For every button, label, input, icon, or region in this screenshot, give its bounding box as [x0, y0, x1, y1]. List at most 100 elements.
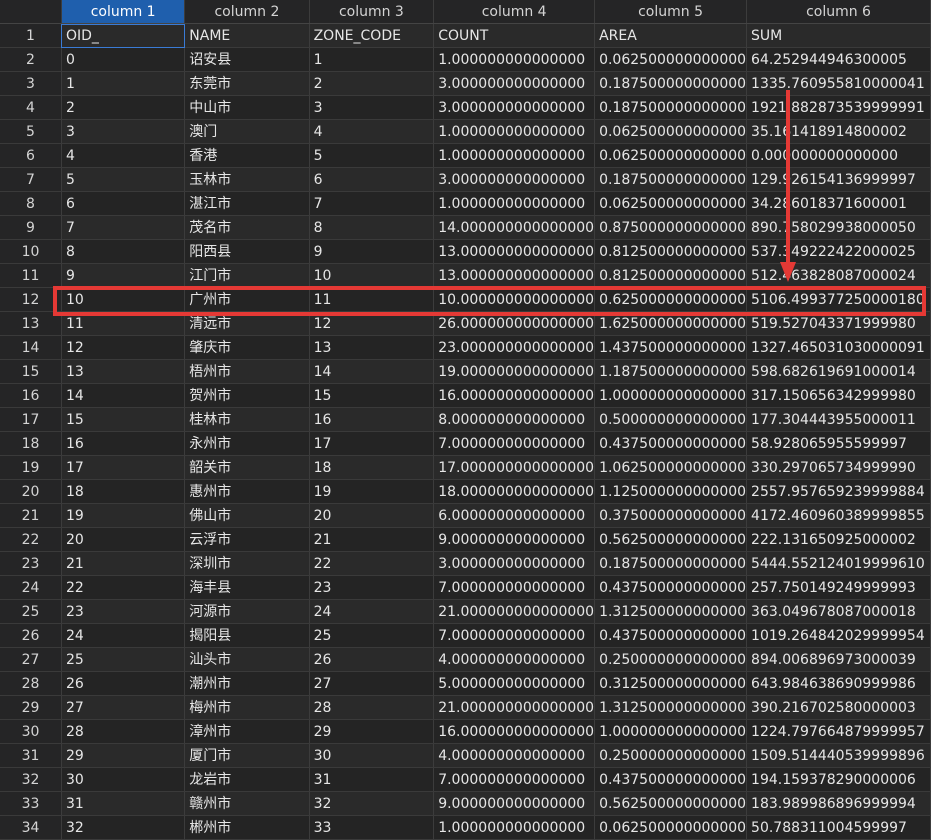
zone-code-cell[interactable]: 31: [309, 767, 435, 792]
count-cell[interactable]: 1.000000000000000: [433, 815, 596, 840]
table-row[interactable]: 29 27 梅州市 28 21.000000000000000 1.31250000000…: [0, 695, 931, 720]
area-cell[interactable]: 0.375000000000000: [594, 503, 748, 528]
row-number[interactable]: 6: [0, 143, 62, 168]
name-cell[interactable]: 河源市: [184, 599, 310, 624]
sum-cell[interactable]: 598.682619691000014: [746, 359, 931, 384]
table-row[interactable]: 33 31 赣州市 32 9.000000000000000 0.562500000000…: [0, 791, 931, 816]
name-cell[interactable]: 东莞市: [184, 71, 310, 96]
table-row[interactable]: 24 22 海丰县 23 7.000000000000000 0.437500000000…: [0, 575, 931, 600]
count-cell[interactable]: 9.000000000000000: [433, 791, 596, 816]
oid-cell[interactable]: 8: [61, 239, 186, 264]
table-row[interactable]: 18 16 永州市 17 7.000000000000000 0.437500000000…: [0, 431, 931, 456]
zone-code-cell[interactable]: 20: [309, 503, 435, 528]
oid-cell[interactable]: 1: [61, 71, 186, 96]
name-cell[interactable]: 赣州市: [184, 791, 310, 816]
zone-code-cell[interactable]: ZONE_CODE: [309, 23, 435, 48]
row-number[interactable]: 34: [0, 815, 62, 840]
oid-cell[interactable]: 14: [61, 383, 186, 408]
zone-code-cell[interactable]: 22: [309, 551, 435, 576]
count-cell[interactable]: 9.000000000000000: [433, 527, 596, 552]
table-row[interactable]: 21 19 佛山市 20 6.000000000000000 0.375000000000…: [0, 503, 931, 528]
table-row[interactable]: 13 11 清远市 12 26.000000000000000 1.62500000000…: [0, 311, 931, 336]
row-number[interactable]: 26: [0, 623, 62, 648]
sum-cell[interactable]: 1019.264842029999954: [746, 623, 931, 648]
name-cell[interactable]: 永州市: [184, 431, 310, 456]
table-row[interactable]: 15 13 梧州市 14 19.000000000000000 1.18750000000…: [0, 359, 931, 384]
sum-cell[interactable]: 183.989986896999994: [746, 791, 931, 816]
area-cell[interactable]: 0.437500000000000: [594, 623, 748, 648]
name-cell[interactable]: 湛江市: [184, 191, 310, 216]
table-row[interactable]: 6 4 香港 5 1.000000000000000 0.062500000000000 0…: [0, 143, 931, 168]
oid-cell[interactable]: 16: [61, 431, 186, 456]
table-row[interactable]: 5 3 澳门 4 1.000000000000000 0.062500000000000 3…: [0, 119, 931, 144]
table-row[interactable]: 23 21 深圳市 22 3.000000000000000 0.187500000000…: [0, 551, 931, 576]
oid-cell[interactable]: 5: [61, 167, 186, 192]
zone-code-cell[interactable]: 8: [309, 215, 435, 240]
zone-code-cell[interactable]: 12: [309, 311, 435, 336]
table-row[interactable]: 9 7 茂名市 8 14.000000000000000 0.87500000000000…: [0, 215, 931, 240]
area-cell[interactable]: 0.812500000000000: [594, 263, 748, 288]
name-cell[interactable]: 香港: [184, 143, 310, 168]
name-cell[interactable]: 梅州市: [184, 695, 310, 720]
name-cell[interactable]: 潮州市: [184, 671, 310, 696]
count-cell[interactable]: 18.000000000000000: [433, 479, 596, 504]
area-cell[interactable]: 0.250000000000000: [594, 647, 748, 672]
count-cell[interactable]: 19.000000000000000: [433, 359, 596, 384]
row-number[interactable]: 31: [0, 743, 62, 768]
row-number[interactable]: 33: [0, 791, 62, 816]
table-row[interactable]: 1 OID_ NAME ZONE_CODE COUNT AREA SUM: [0, 23, 931, 48]
table-row[interactable]: 3 1 东莞市 2 3.000000000000000 0.187500000000000…: [0, 71, 931, 96]
row-number[interactable]: 14: [0, 335, 62, 360]
area-cell[interactable]: AREA: [594, 23, 748, 48]
count-cell[interactable]: 8.000000000000000: [433, 407, 596, 432]
row-number[interactable]: 11: [0, 263, 62, 288]
sum-cell[interactable]: SUM: [746, 23, 931, 48]
row-number[interactable]: 15: [0, 359, 62, 384]
oid-cell[interactable]: 17: [61, 455, 186, 480]
area-cell[interactable]: 0.500000000000000: [594, 407, 748, 432]
table-row[interactable]: 10 8 阳西县 9 13.000000000000000 0.8125000000000…: [0, 239, 931, 264]
table-row[interactable]: 4 2 中山市 3 3.000000000000000 0.187500000000000…: [0, 95, 931, 120]
zone-code-cell[interactable]: 7: [309, 191, 435, 216]
sum-cell[interactable]: 58.928065955599997: [746, 431, 931, 456]
sum-cell[interactable]: 257.750149249999993: [746, 575, 931, 600]
row-number[interactable]: 21: [0, 503, 62, 528]
row-number[interactable]: 30: [0, 719, 62, 744]
sum-cell[interactable]: 1509.514440539999896: [746, 743, 931, 768]
oid-cell[interactable]: 29: [61, 743, 186, 768]
sum-cell[interactable]: 519.527043371999980: [746, 311, 931, 336]
area-cell[interactable]: 0.187500000000000: [594, 71, 748, 96]
oid-cell[interactable]: 9: [61, 263, 186, 288]
count-cell[interactable]: 23.000000000000000: [433, 335, 596, 360]
sum-cell[interactable]: 177.304443955000011: [746, 407, 931, 432]
row-number[interactable]: 24: [0, 575, 62, 600]
oid-cell[interactable]: 18: [61, 479, 186, 504]
area-cell[interactable]: 0.437500000000000: [594, 767, 748, 792]
sum-cell[interactable]: 2557.957659239999884: [746, 479, 931, 504]
row-number[interactable]: 8: [0, 191, 62, 216]
area-cell[interactable]: 1.437500000000000: [594, 335, 748, 360]
count-cell[interactable]: 1.000000000000000: [433, 191, 596, 216]
count-cell[interactable]: 4.000000000000000: [433, 647, 596, 672]
area-cell[interactable]: 0.437500000000000: [594, 575, 748, 600]
area-cell[interactable]: 0.062500000000000: [594, 143, 748, 168]
zone-code-cell[interactable]: 19: [309, 479, 435, 504]
zone-code-cell[interactable]: 27: [309, 671, 435, 696]
column-header-1[interactable]: column 1: [61, 0, 186, 24]
zone-code-cell[interactable]: 1: [309, 47, 435, 72]
count-cell[interactable]: 1.000000000000000: [433, 119, 596, 144]
area-cell[interactable]: 1.125000000000000: [594, 479, 748, 504]
sum-cell[interactable]: 5444.552124019999610: [746, 551, 931, 576]
oid-cell[interactable]: OID_: [61, 23, 186, 48]
row-number[interactable]: 32: [0, 767, 62, 792]
sum-cell[interactable]: 894.006896973000039: [746, 647, 931, 672]
name-cell[interactable]: 汕头市: [184, 647, 310, 672]
sum-cell[interactable]: 222.131650925000002: [746, 527, 931, 552]
zone-code-cell[interactable]: 18: [309, 455, 435, 480]
row-number[interactable]: 2: [0, 47, 62, 72]
oid-cell[interactable]: 23: [61, 599, 186, 624]
area-cell[interactable]: 0.062500000000000: [594, 119, 748, 144]
name-cell[interactable]: 龙岩市: [184, 767, 310, 792]
count-cell[interactable]: 1.000000000000000: [433, 143, 596, 168]
sum-cell[interactable]: 5106.499377250000180: [746, 287, 931, 312]
